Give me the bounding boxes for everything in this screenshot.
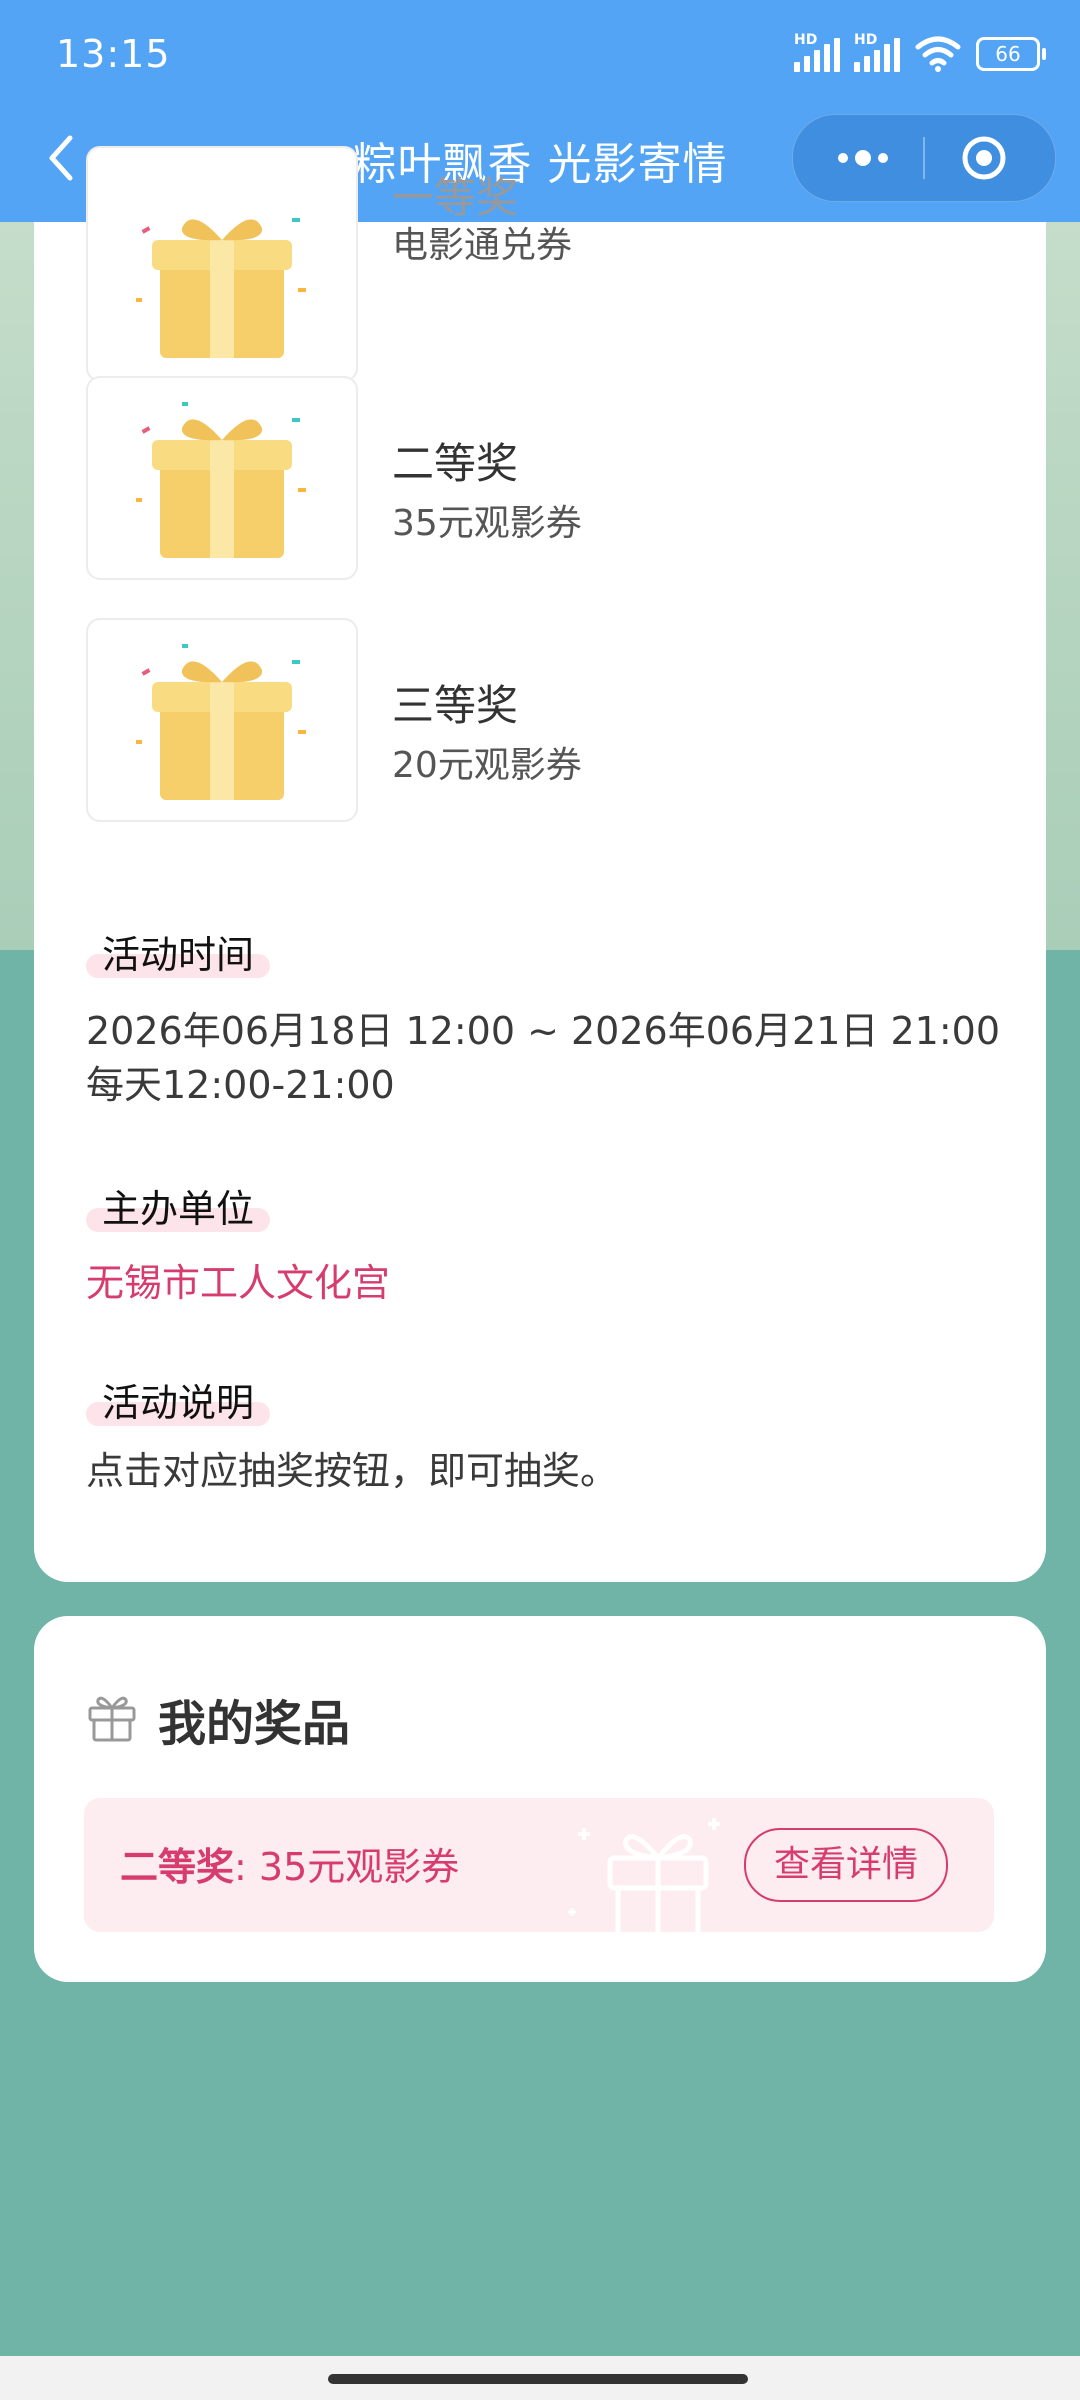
prize-level: 二等奖 <box>392 439 519 488</box>
prize-description: 35元观影券 <box>392 503 582 544</box>
prize-item-second: 二等奖 35元观影券 <box>86 376 986 580</box>
back-icon[interactable] <box>40 130 80 186</box>
my-prize-item: 二等奖: 35元观影券 查看详情 <box>84 1798 994 1932</box>
signal-icon-2: HD <box>854 32 900 72</box>
view-details-button[interactable]: 查看详情 <box>744 1828 948 1902</box>
navigation-bar <box>0 2356 1080 2400</box>
prize-item-first: 一等奖 电影通兑券 <box>86 146 986 390</box>
my-prize-label: 二等奖: 35元观影券 <box>120 1836 459 1891</box>
home-indicator[interactable] <box>328 2374 748 2384</box>
wifi-icon <box>915 36 961 72</box>
activity-time-range: 2026年06月18日 12:00 ~ 2026年06月21日 21:00 <box>86 1009 1001 1053</box>
activity-card: 一等奖 电影通兑券 二等奖 35元观影券 三等奖 20元观影券 活动时间 202… <box>34 146 1046 1582</box>
my-prize-separator: : <box>234 1845 259 1889</box>
status-icons: HD HD 66 <box>794 32 1046 76</box>
target-icon[interactable] <box>961 135 1007 181</box>
gift-box-icon <box>136 644 306 800</box>
my-prize-description: 35元观影券 <box>258 1845 460 1889</box>
battery-icon: 66 <box>976 37 1046 71</box>
section-title-description: 活动说明 <box>86 1372 271 1426</box>
prize-thumb <box>86 146 358 382</box>
prize-description: 20元观影券 <box>392 745 582 786</box>
section-title-organizer: 主办单位 <box>86 1178 271 1232</box>
signal-icon: HD <box>794 32 840 72</box>
gift-decoration-icon <box>568 1818 720 1932</box>
prize-level: 三等奖 <box>392 681 519 730</box>
prize-item-third: 三等奖 20元观影券 <box>86 618 986 822</box>
organizer-link[interactable]: 无锡市工人文化宫 <box>86 1256 390 1310</box>
activity-description: 点击对应抽奖按钮，即可抽奖。 <box>86 1449 619 1493</box>
gift-outline-icon <box>88 1696 136 1742</box>
gift-box-icon <box>136 402 306 558</box>
gift-box-icon <box>136 218 306 358</box>
status-time: 13:15 <box>56 32 171 76</box>
page-title: 粽叶飘香 光影寄情 <box>352 139 728 190</box>
prize-description: 电影通兑券 <box>392 225 573 266</box>
prize-thumb <box>86 618 358 822</box>
more-icon[interactable] <box>833 145 893 171</box>
my-prizes-card: 我的奖品 二等奖: 35元观影券 查看详情 <box>34 1616 1046 1982</box>
section-title-time: 活动时间 <box>86 924 271 978</box>
my-prizes-title: 我的奖品 <box>158 1696 351 1752</box>
activity-daily-hours: 每天12:00-21:00 <box>86 1063 395 1107</box>
capsule-divider <box>923 137 925 179</box>
prize-thumb <box>86 376 358 580</box>
my-prize-level: 二等奖 <box>120 1845 235 1889</box>
